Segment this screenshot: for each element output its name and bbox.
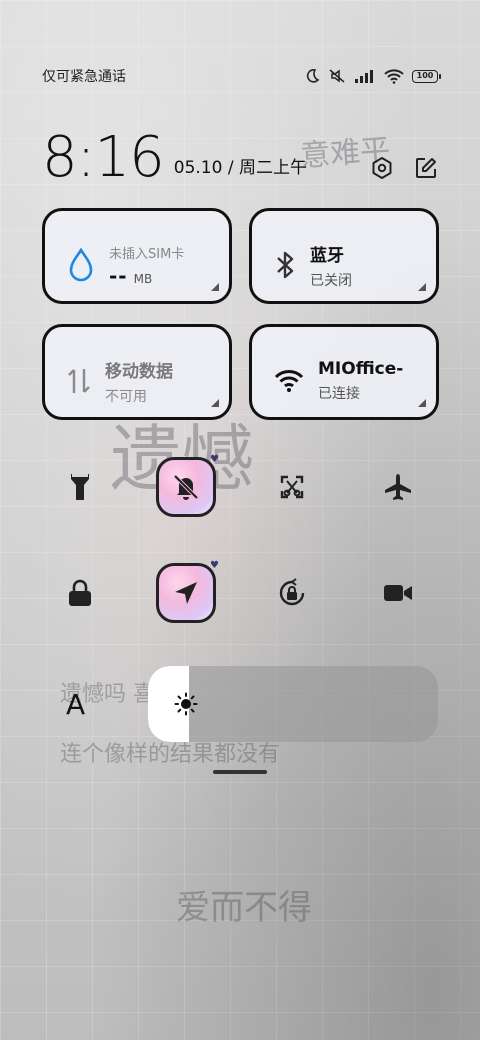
flashlight-toggle[interactable] xyxy=(50,457,110,517)
wifi-icon xyxy=(274,370,304,392)
airplane-mode-toggle[interactable] xyxy=(368,457,428,517)
mobile-data-tile[interactable]: 移动数据 不可用 xyxy=(42,324,232,420)
swap-arrows-icon xyxy=(68,369,90,393)
airplane-icon xyxy=(385,474,411,500)
water-drop-icon xyxy=(69,248,93,282)
wifi-icon xyxy=(384,68,404,84)
brightness-slider[interactable] xyxy=(148,666,438,742)
wifi-tile[interactable]: MIOffice- 已连接 xyxy=(249,324,439,420)
status-icons: 100 xyxy=(304,68,441,84)
location-toggle[interactable]: ♥ xyxy=(156,560,219,623)
battery-indicator: 100 xyxy=(412,69,441,83)
bluetooth-icon xyxy=(277,251,294,279)
wifi-network-label: MIOffice- xyxy=(318,359,404,379)
heart-icon: ♥ xyxy=(210,454,219,465)
rotation-lock-icon xyxy=(279,578,305,606)
expand-corner-icon xyxy=(211,399,219,407)
sim-status-label: 未插入SIM卡 xyxy=(109,246,185,262)
bluetooth-tile[interactable]: 蓝牙 已关闭 xyxy=(249,208,439,304)
data-usage-tile[interactable]: 未插入SIM卡 -- MB xyxy=(42,208,232,304)
screenshot-icon xyxy=(280,475,304,499)
lock-screen-toggle[interactable] xyxy=(50,563,110,623)
silent-mode-toggle[interactable]: ♥ xyxy=(156,454,219,517)
expand-corner-icon xyxy=(418,399,426,407)
sun-icon xyxy=(174,692,198,716)
location-icon xyxy=(175,582,197,604)
expand-corner-icon xyxy=(211,283,219,291)
video-icon xyxy=(384,585,412,601)
lock-icon xyxy=(69,579,91,606)
expand-corner-icon xyxy=(418,283,426,291)
settings-icon[interactable] xyxy=(370,156,394,180)
heart-icon: ♥ xyxy=(210,560,219,571)
mobile-data-status: 不可用 xyxy=(105,388,147,405)
wallpaper-text: 爱而不得 xyxy=(176,888,312,928)
header-actions xyxy=(370,156,438,180)
carrier-label: 仅可紧急通话 xyxy=(42,69,126,85)
clock: 8:16 xyxy=(42,125,165,190)
rotation-lock-toggle[interactable] xyxy=(262,563,322,623)
clock-row: 8:16 05.10 / 周二上午 xyxy=(42,118,438,188)
signal-icon xyxy=(355,70,373,83)
status-bar: 仅可紧急通话 100 xyxy=(42,62,441,90)
auto-brightness-button[interactable]: A xyxy=(66,688,85,721)
bluetooth-label: 蓝牙 xyxy=(310,245,344,266)
edit-icon[interactable] xyxy=(414,156,438,180)
screen-recorder-toggle[interactable] xyxy=(368,563,428,623)
mobile-data-label: 移动数据 xyxy=(105,361,173,382)
wifi-status: 已连接 xyxy=(318,386,360,402)
date-label: 05.10 / 周二上午 xyxy=(173,158,307,178)
screenshot-toggle[interactable] xyxy=(262,457,322,517)
bluetooth-status: 已关闭 xyxy=(310,272,352,289)
panel-drag-handle[interactable] xyxy=(213,770,267,774)
mute-icon xyxy=(329,69,345,83)
data-usage-unit: MB xyxy=(133,271,153,286)
bell-off-icon xyxy=(173,474,199,500)
data-usage-value: -- xyxy=(109,263,128,288)
flashlight-icon xyxy=(71,474,89,500)
moon-icon xyxy=(306,69,320,83)
